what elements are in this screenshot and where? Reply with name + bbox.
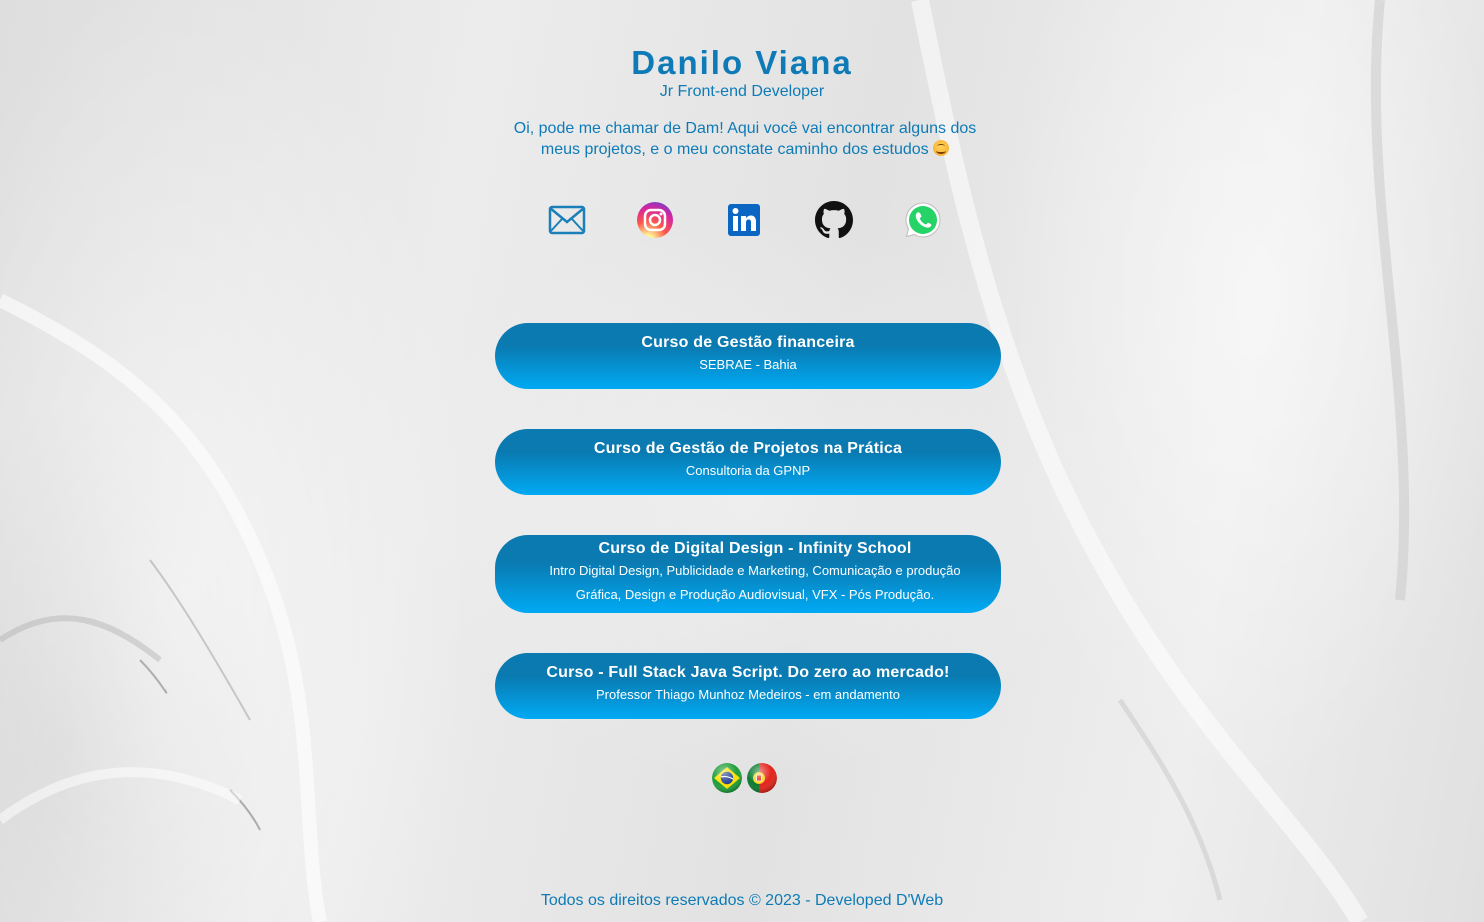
course-subtitle: Intro Digital Design, Publicidade e Mark… <box>549 563 961 602</box>
github-icon <box>815 201 853 239</box>
linkedin-icon <box>728 204 760 236</box>
course-subtitle: SEBRAE - Bahia <box>699 357 797 372</box>
email-icon <box>548 205 586 235</box>
profile-intro: Oi, pode me chamar de Dam! Aqui você vai… <box>500 118 990 160</box>
profile-intro-text: Oi, pode me chamar de Dam! Aqui você vai… <box>513 120 977 158</box>
profile-header: Danilo Viana Jr Front-end Developer <box>0 44 1484 102</box>
github-link[interactable] <box>814 200 854 240</box>
footer: Todos os direitos reservados © 2023 - De… <box>0 891 1484 911</box>
brazil-flag-icon <box>712 763 742 793</box>
instagram-link[interactable] <box>635 200 675 240</box>
linkedin-link[interactable] <box>724 200 764 240</box>
course-card[interactable]: Curso de Digital Design - Infinity Schoo… <box>495 535 1001 613</box>
footer-text: Todos os direitos reservados © 2023 - De… <box>540 892 944 909</box>
instagram-icon <box>637 202 673 238</box>
course-card[interactable]: Curso de Gestão financeira SEBRAE - Bahi… <box>495 323 1001 389</box>
profile-name: Danilo Viana <box>631 44 853 81</box>
smile-emoji-icon <box>933 140 950 156</box>
social-links <box>545 200 945 240</box>
course-title: Curso de Digital Design - Infinity Schoo… <box>598 540 912 557</box>
language-pt-pt-button[interactable] <box>747 763 777 793</box>
course-title: Curso de Gestão financeira <box>641 334 855 351</box>
whatsapp-link[interactable] <box>903 200 943 240</box>
page: Danilo Viana Jr Front-end Developer Oi, … <box>0 0 1484 922</box>
profile-role: Jr Front-end Developer <box>659 83 825 100</box>
course-card[interactable]: Curso de Gestão de Projetos na Prática C… <box>495 429 1001 495</box>
course-card[interactable]: Curso - Full Stack Java Script. Do zero … <box>495 653 1001 719</box>
course-title: Curso - Full Stack Java Script. Do zero … <box>546 664 950 681</box>
whatsapp-icon <box>905 202 941 238</box>
course-title: Curso de Gestão de Projetos na Prática <box>593 440 903 457</box>
course-subtitle: Consultoria da GPNP <box>685 463 811 478</box>
portugal-flag-icon <box>747 763 777 793</box>
course-subtitle: Professor Thiago Munhoz Medeiros - em an… <box>596 687 900 702</box>
email-link[interactable] <box>547 200 587 240</box>
language-switcher <box>712 763 782 795</box>
language-pt-br-button[interactable] <box>712 763 742 793</box>
